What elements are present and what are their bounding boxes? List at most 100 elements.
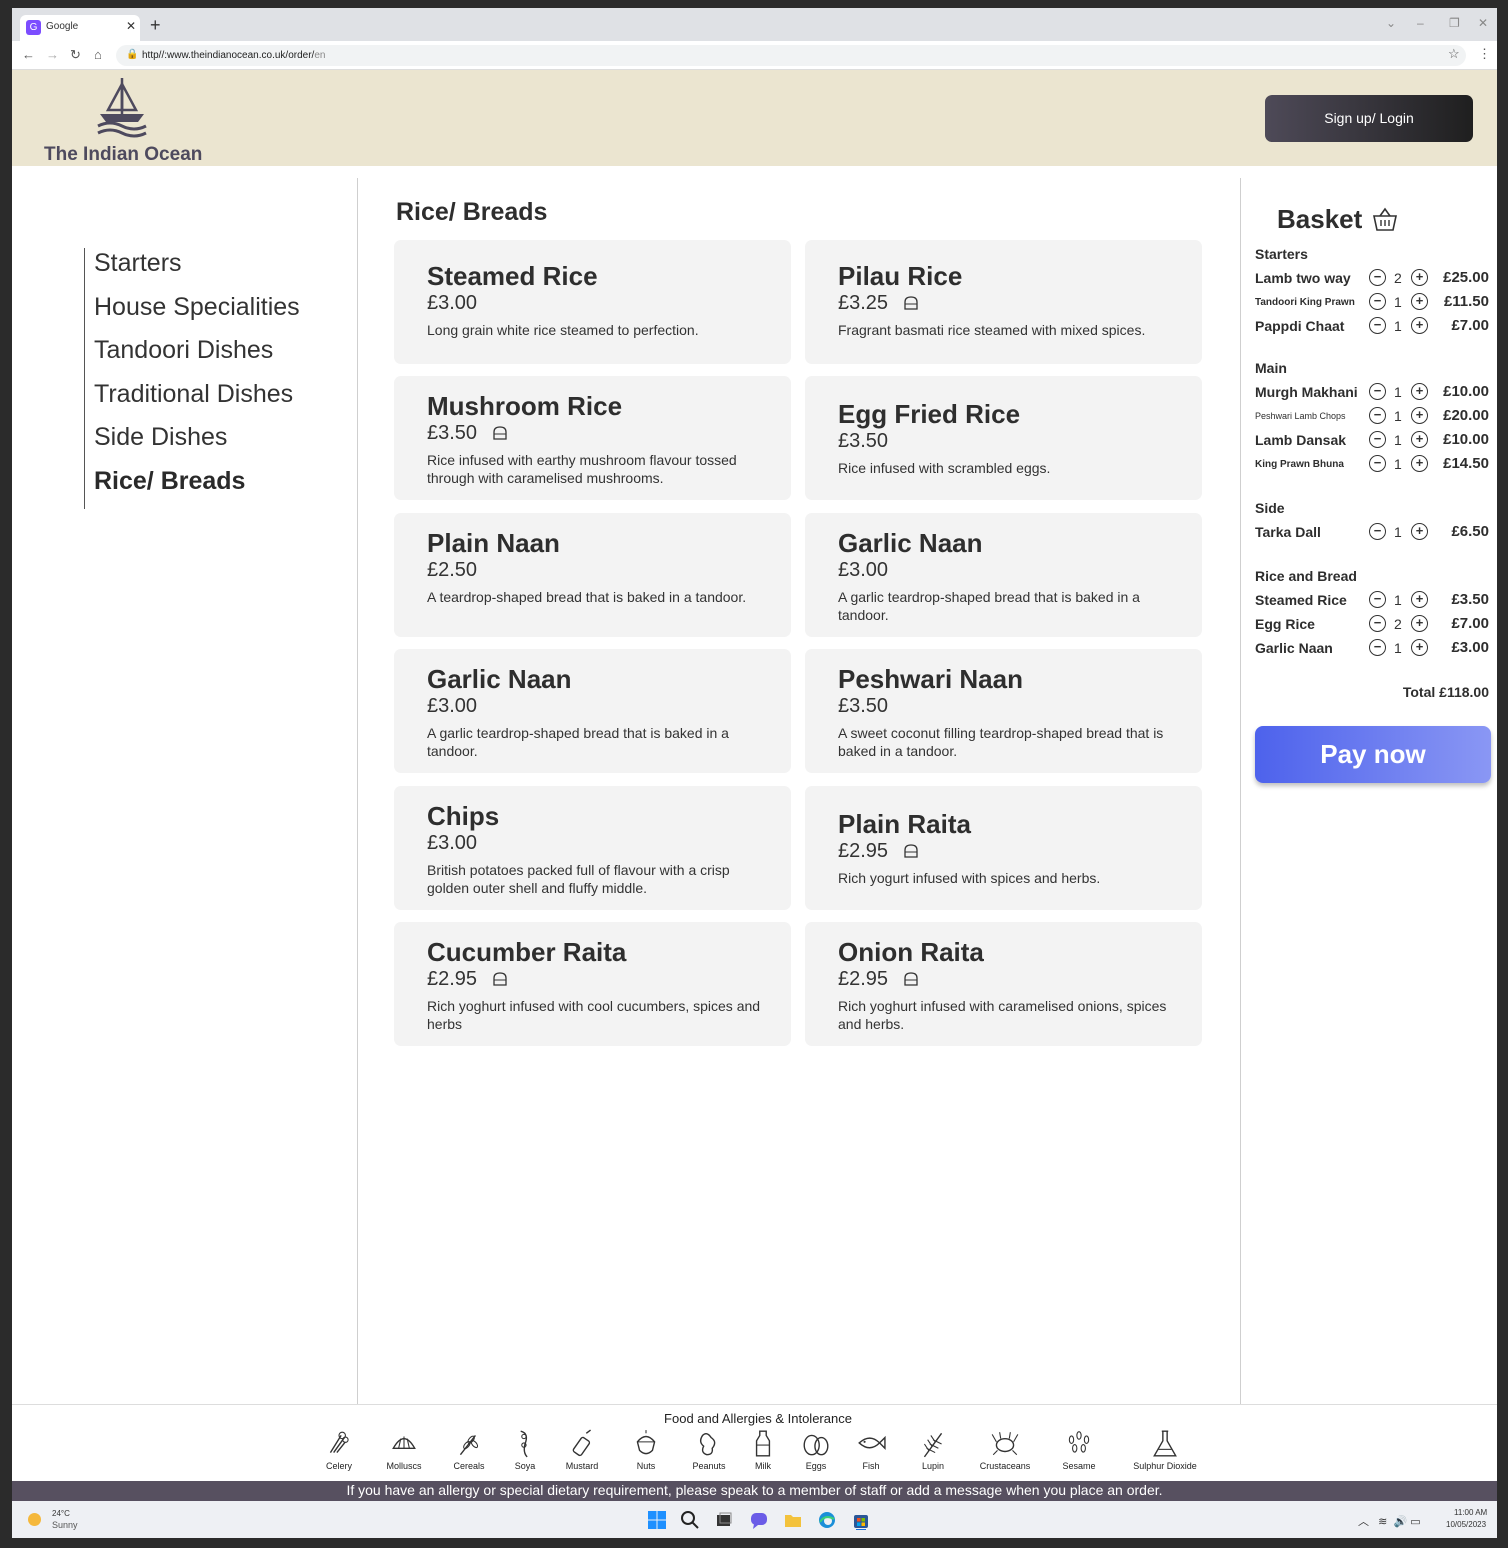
- menu-item-name: Garlic Naan: [838, 528, 983, 558]
- windows-start-icon[interactable]: [647, 1510, 667, 1530]
- decrease-quantity-button[interactable]: −: [1369, 293, 1386, 310]
- pay-now-button[interactable]: Pay now: [1255, 726, 1491, 783]
- basket-item-quantity: 2: [1394, 270, 1402, 286]
- basket-icon: [1373, 207, 1397, 231]
- sign-up-login-button[interactable]: Sign up/ Login: [1265, 95, 1473, 142]
- search-icon[interactable]: [680, 1510, 700, 1530]
- browser-tab[interactable]: G Google ✕: [20, 15, 140, 41]
- minimize-icon[interactable]: –: [1417, 16, 1424, 30]
- menu-item-card[interactable]: Cucumber Raita £2.95 Rich yoghurt infused …: [394, 922, 791, 1046]
- menu-item-price-row: £3.50: [427, 422, 509, 447]
- basket-item-quantity: 1: [1394, 640, 1402, 656]
- url-text: http//:www.theindianocean.co.uk/order/en: [142, 50, 326, 61]
- increase-quantity-button[interactable]: +: [1411, 523, 1428, 540]
- allergen-crustaceans: Crustaceans: [970, 1429, 1040, 1471]
- basket-item-name: Steamed Rice: [1255, 592, 1347, 608]
- basket-item-name: Peshwari Lamb Chops: [1255, 411, 1346, 421]
- back-icon[interactable]: ←: [22, 47, 35, 62]
- decrease-quantity-button[interactable]: −: [1369, 431, 1386, 448]
- task-view-icon[interactable]: [714, 1510, 734, 1530]
- menu-item-price-row: £2.50: [427, 559, 477, 582]
- basket-group-label: Side: [1255, 500, 1285, 516]
- category-house-specialities[interactable]: House Specialities: [94, 292, 300, 336]
- decrease-quantity-button[interactable]: −: [1369, 407, 1386, 424]
- reload-icon[interactable]: ↻: [70, 47, 81, 63]
- clock-date: 10/05/2023: [1446, 1520, 1487, 1529]
- allergen-label: Sulphur Dioxide: [1133, 1461, 1197, 1471]
- category-side-dishes[interactable]: Side Dishes: [94, 422, 300, 466]
- menu-item-card[interactable]: Mushroom Rice £3.50 Rice infused with eart…: [394, 376, 791, 500]
- edge-browser-icon[interactable]: [817, 1510, 837, 1530]
- menu-item-card[interactable]: Plain Raita £2.95 Rich yogurt infused wit…: [805, 786, 1202, 910]
- url-input[interactable]: 🔒 http//:www.theindianocean.co.uk/order/…: [116, 45, 1466, 66]
- allergy-notice: If you have an allergy or special dietar…: [12, 1481, 1497, 1501]
- forward-icon[interactable]: →: [46, 47, 59, 62]
- allergen-label: Molluscs: [386, 1461, 422, 1471]
- category-starters[interactable]: Starters: [94, 248, 300, 292]
- home-icon[interactable]: ⌂: [94, 47, 102, 62]
- category-tandoori-dishes[interactable]: Tandoori Dishes: [94, 335, 300, 379]
- menu-item-card[interactable]: Garlic Naan £3.00 A garlic teardrop-shaped…: [805, 513, 1202, 637]
- decrease-quantity-button[interactable]: −: [1369, 523, 1386, 540]
- menu-item-card[interactable]: Chips £3.00 British potatoes packed full o…: [394, 786, 791, 910]
- increase-quantity-button[interactable]: +: [1411, 455, 1428, 472]
- category-traditional-dishes[interactable]: Traditional Dishes: [94, 379, 300, 423]
- dairy-allergen-icon: [491, 424, 509, 447]
- increase-quantity-button[interactable]: +: [1411, 407, 1428, 424]
- sun-icon[interactable]: [28, 1513, 41, 1526]
- allergy-title: Food and Allergies & Intolerance: [664, 1411, 852, 1426]
- allergen-label: Celery: [325, 1461, 352, 1471]
- menu-item-card[interactable]: Steamed Rice £3.00 Long grain white rice s…: [394, 240, 791, 364]
- increase-quantity-button[interactable]: +: [1411, 431, 1428, 448]
- new-tab-icon[interactable]: +: [150, 16, 161, 34]
- category-rice-breads[interactable]: Rice/ Breads: [94, 466, 300, 510]
- increase-quantity-button[interactable]: +: [1411, 293, 1428, 310]
- menu-item-card[interactable]: Plain Naan £2.50 A teardrop-shaped bread t…: [394, 513, 791, 637]
- basket-item: Tarka Dall −1 + £6.50: [1255, 522, 1489, 542]
- basket-item: Garlic Naan −1 + £3.00: [1255, 638, 1489, 658]
- menu-item-name: Mushroom Rice: [427, 391, 623, 421]
- basket-item: Lamb Dansak −1 + £10.00: [1255, 430, 1489, 450]
- basket-group-label: Main: [1255, 360, 1287, 376]
- folder-icon[interactable]: [783, 1510, 803, 1530]
- menu-item-name: Plain Naan: [427, 528, 560, 558]
- store-icon[interactable]: [851, 1510, 871, 1530]
- increase-quantity-button[interactable]: +: [1411, 383, 1428, 400]
- increase-quantity-button[interactable]: +: [1411, 269, 1428, 286]
- decrease-quantity-button[interactable]: −: [1369, 591, 1386, 608]
- basket-item-price: £14.50: [1443, 455, 1489, 472]
- menu-item-price-row: £2.95: [838, 968, 920, 993]
- tab-list-icon[interactable]: ⌄: [1386, 16, 1396, 30]
- increase-quantity-button[interactable]: +: [1411, 317, 1428, 334]
- chat-icon[interactable]: [749, 1510, 769, 1530]
- menu-item-price: £2.95: [838, 968, 889, 990]
- menu-item-card[interactable]: Garlic Naan £3.00 A garlic teardrop-shaped…: [394, 649, 791, 773]
- restore-icon[interactable]: ❐: [1449, 16, 1460, 30]
- close-window-icon[interactable]: ✕: [1478, 16, 1488, 30]
- decrease-quantity-button[interactable]: −: [1369, 317, 1386, 334]
- close-tab-icon[interactable]: ✕: [126, 19, 136, 33]
- increase-quantity-button[interactable]: +: [1411, 639, 1428, 656]
- decrease-quantity-button[interactable]: −: [1369, 269, 1386, 286]
- browser-menu-icon[interactable]: ⋮: [1478, 46, 1491, 62]
- menu-item-description: Rich yoghurt infused with caramelised on…: [838, 998, 1167, 1032]
- basket-item-name: Tarka Dall: [1255, 524, 1321, 540]
- increase-quantity-button[interactable]: +: [1411, 615, 1428, 632]
- menu-item-card[interactable]: Onion Raita £2.95 Rich yoghurt infused wit…: [805, 922, 1202, 1046]
- increase-quantity-button[interactable]: +: [1411, 591, 1428, 608]
- menu-item-card[interactable]: Pilau Rice £3.25 Fragrant basmati rice ste…: [805, 240, 1202, 364]
- dairy-allergen-icon: [902, 294, 920, 317]
- soya-icon: [520, 1430, 528, 1458]
- decrease-quantity-button[interactable]: −: [1369, 639, 1386, 656]
- decrease-quantity-button[interactable]: −: [1369, 455, 1386, 472]
- system-tray-icons[interactable]: ︿ ≋ 🔊 ▭: [1358, 1513, 1421, 1529]
- decrease-quantity-button[interactable]: −: [1369, 615, 1386, 632]
- menu-item-name: Pilau Rice: [838, 261, 963, 291]
- menu-item-description: Rice infused with scrambled eggs.: [838, 460, 1051, 476]
- boat-logo-icon[interactable]: [94, 76, 150, 140]
- menu-item-card[interactable]: Peshwari Naan £3.50 A sweet coconut fillin…: [805, 649, 1202, 773]
- basket-item: Pappdi Chaat −1 + £7.00: [1255, 316, 1489, 336]
- decrease-quantity-button[interactable]: −: [1369, 383, 1386, 400]
- bookmark-star-icon[interactable]: ☆: [1448, 46, 1460, 62]
- menu-item-card[interactable]: Egg Fried Rice £3.50 Rice infused with scr…: [805, 376, 1202, 500]
